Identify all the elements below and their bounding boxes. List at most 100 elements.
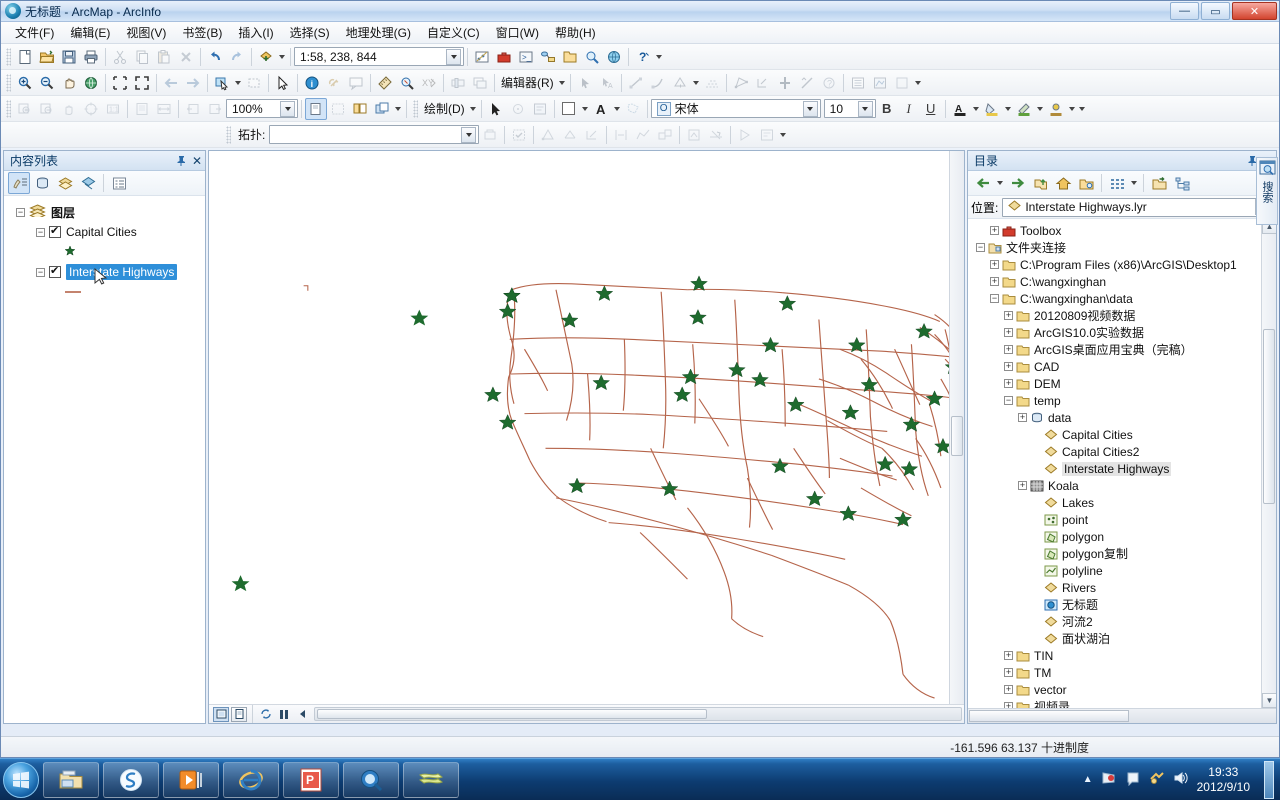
toggle-contents-panel-icon[interactable]	[1106, 172, 1128, 194]
map-canvas[interactable]	[209, 151, 964, 704]
menu-view[interactable]: 视图(V)	[118, 21, 174, 44]
align-edge-icon[interactable]	[610, 124, 632, 146]
fixed-zoom-in-icon[interactable]	[109, 72, 131, 94]
map-vscroll-thumb[interactable]	[951, 416, 963, 456]
up-one-level-icon[interactable]	[1029, 172, 1051, 194]
marker-color-icon[interactable]	[1045, 98, 1067, 120]
add-data-icon[interactable]	[255, 46, 277, 68]
undo-icon[interactable]	[204, 46, 226, 68]
line-color-icon[interactable]	[1013, 98, 1035, 120]
home-icon[interactable]	[1052, 172, 1074, 194]
font-color-icon[interactable]: A	[949, 98, 971, 120]
font-name-combo[interactable]: O 宋体	[650, 99, 821, 118]
catalog-tree-item[interactable]: − C:\wangxinghan\data	[971, 290, 1276, 307]
topology-toolbar-overflow-icon[interactable]	[778, 124, 788, 146]
paste-icon[interactable]	[153, 46, 175, 68]
toolbar-grip[interactable]	[6, 47, 11, 66]
tools-toolbar-overflow-icon[interactable]	[913, 72, 923, 94]
editor-menu-dropdown-icon[interactable]	[557, 72, 567, 94]
editor-more-icon[interactable]	[891, 72, 913, 94]
catalog-tree-item[interactable]: − temp	[971, 392, 1276, 409]
layout-zoom-combo[interactable]: 100%	[226, 99, 298, 118]
draw-toolbar-overflow-icon[interactable]	[1077, 98, 1087, 120]
reshape-icon[interactable]	[752, 72, 774, 94]
toc-layer-capital-cities[interactable]: − Capital Cities	[8, 222, 205, 242]
catalog-tree-item[interactable]: polyline	[971, 562, 1276, 579]
font-name-dropdown-icon[interactable]	[802, 100, 818, 117]
toolbar-grip[interactable]	[6, 99, 11, 118]
map-horizontal-scrollbar[interactable]	[314, 707, 962, 721]
italic-button[interactable]: I	[898, 98, 920, 120]
catalog-tree-item[interactable]: point	[971, 511, 1276, 528]
catalog-tree-item[interactable]: Capital Cities	[971, 426, 1276, 443]
shared-features-icon[interactable]	[654, 124, 676, 146]
action-center-icon[interactable]	[1125, 770, 1141, 789]
catalog-tree-item[interactable]: polygon	[971, 528, 1276, 545]
menu-geoprocessing[interactable]: 地理处理(G)	[338, 21, 419, 44]
full-extent-icon[interactable]	[80, 72, 102, 94]
topology-combo[interactable]	[269, 125, 480, 144]
redo-icon[interactable]	[226, 46, 248, 68]
menu-edit[interactable]: 编辑(E)	[62, 21, 118, 44]
expander-icon[interactable]: +	[1003, 362, 1014, 371]
change-layout-icon[interactable]	[349, 98, 371, 120]
location-combo[interactable]: Interstate Highways.lyr	[1002, 197, 1273, 217]
expander-icon[interactable]: −	[36, 267, 45, 277]
construction-tools-dropdown-icon[interactable]	[691, 72, 701, 94]
expander-icon[interactable]: +	[1003, 328, 1014, 337]
previous-extent-icon[interactable]	[294, 707, 310, 722]
layout-view-icon[interactable]	[231, 706, 247, 722]
cut-icon[interactable]	[109, 46, 131, 68]
pause-drawing-icon[interactable]	[276, 707, 292, 722]
clear-selection-icon[interactable]	[243, 72, 265, 94]
edit-vertices-icon[interactable]	[730, 72, 752, 94]
new-text-icon[interactable]: A	[590, 98, 612, 120]
line-color-dropdown-icon[interactable]	[1035, 98, 1045, 120]
expander-icon[interactable]: +	[1003, 651, 1014, 660]
standard-toolbar-overflow-icon[interactable]	[654, 46, 664, 68]
catalog-tree-item[interactable]: Capital Cities2	[971, 443, 1276, 460]
contents-view-dropdown-icon[interactable]	[1129, 172, 1139, 194]
validate-topology-icon[interactable]	[508, 124, 530, 146]
taskbar-clock[interactable]: 19:33 2012/9/10	[1197, 765, 1250, 795]
catalog-tree-item[interactable]: + 视频录	[971, 698, 1276, 708]
close-button[interactable]: ✕	[1232, 2, 1277, 20]
menu-file[interactable]: 文件(F)	[7, 21, 62, 44]
font-color-dropdown-icon[interactable]	[971, 98, 981, 120]
minimize-button[interactable]: —	[1170, 2, 1199, 20]
layout-full-extent-icon[interactable]	[80, 98, 102, 120]
back-dropdown-icon[interactable]	[995, 172, 1005, 194]
layout-zoom-out-icon[interactable]	[36, 98, 58, 120]
expander-icon[interactable]: +	[1003, 685, 1014, 694]
element-properties-icon[interactable]	[529, 98, 551, 120]
map-scale-combo[interactable]: 1:58, 238, 844	[294, 47, 464, 66]
straight-segment-icon[interactable]	[625, 72, 647, 94]
catalog-tree-item[interactable]: + C:\wangxinghan	[971, 273, 1276, 290]
close-icon[interactable]: ✕	[189, 153, 205, 169]
catalog-tree-item[interactable]: + ArcGIS桌面应用宝典（完稿）	[971, 341, 1276, 358]
editor-toolbar-toggle-icon[interactable]	[471, 46, 493, 68]
toolbar-grip[interactable]	[226, 125, 231, 144]
layout-zoom-in-icon[interactable]	[14, 98, 36, 120]
toolbox-window-icon[interactable]	[493, 46, 515, 68]
expander-icon[interactable]: +	[989, 226, 1000, 235]
edit-tool-icon[interactable]	[574, 72, 596, 94]
menu-insert[interactable]: 插入(I)	[230, 21, 281, 44]
attributes-icon[interactable]	[847, 72, 869, 94]
add-data-dropdown-icon[interactable]	[277, 46, 287, 68]
catalog-hscroll-thumb[interactable]	[969, 710, 1129, 722]
python-window-icon[interactable]: >_	[515, 46, 537, 68]
windows-explorer-icon[interactable]	[43, 761, 99, 798]
toggle-draft-mode-icon[interactable]	[305, 97, 327, 120]
model-builder-icon[interactable]	[537, 46, 559, 68]
catalog-tree-item[interactable]: + TM	[971, 664, 1276, 681]
catalog-tree-item[interactable]: Lakes	[971, 494, 1276, 511]
select-features-dropdown-icon[interactable]	[233, 72, 243, 94]
search-window-tab[interactable]: 搜索	[1256, 157, 1278, 225]
help-icon[interactable]: ?	[632, 46, 654, 68]
menu-window[interactable]: 窗口(W)	[488, 21, 547, 44]
list-by-visibility-icon[interactable]	[54, 172, 76, 194]
arcgis-online-icon[interactable]	[603, 46, 625, 68]
select-elements-icon[interactable]	[485, 98, 507, 120]
connect-to-folder-icon[interactable]	[1148, 172, 1170, 194]
